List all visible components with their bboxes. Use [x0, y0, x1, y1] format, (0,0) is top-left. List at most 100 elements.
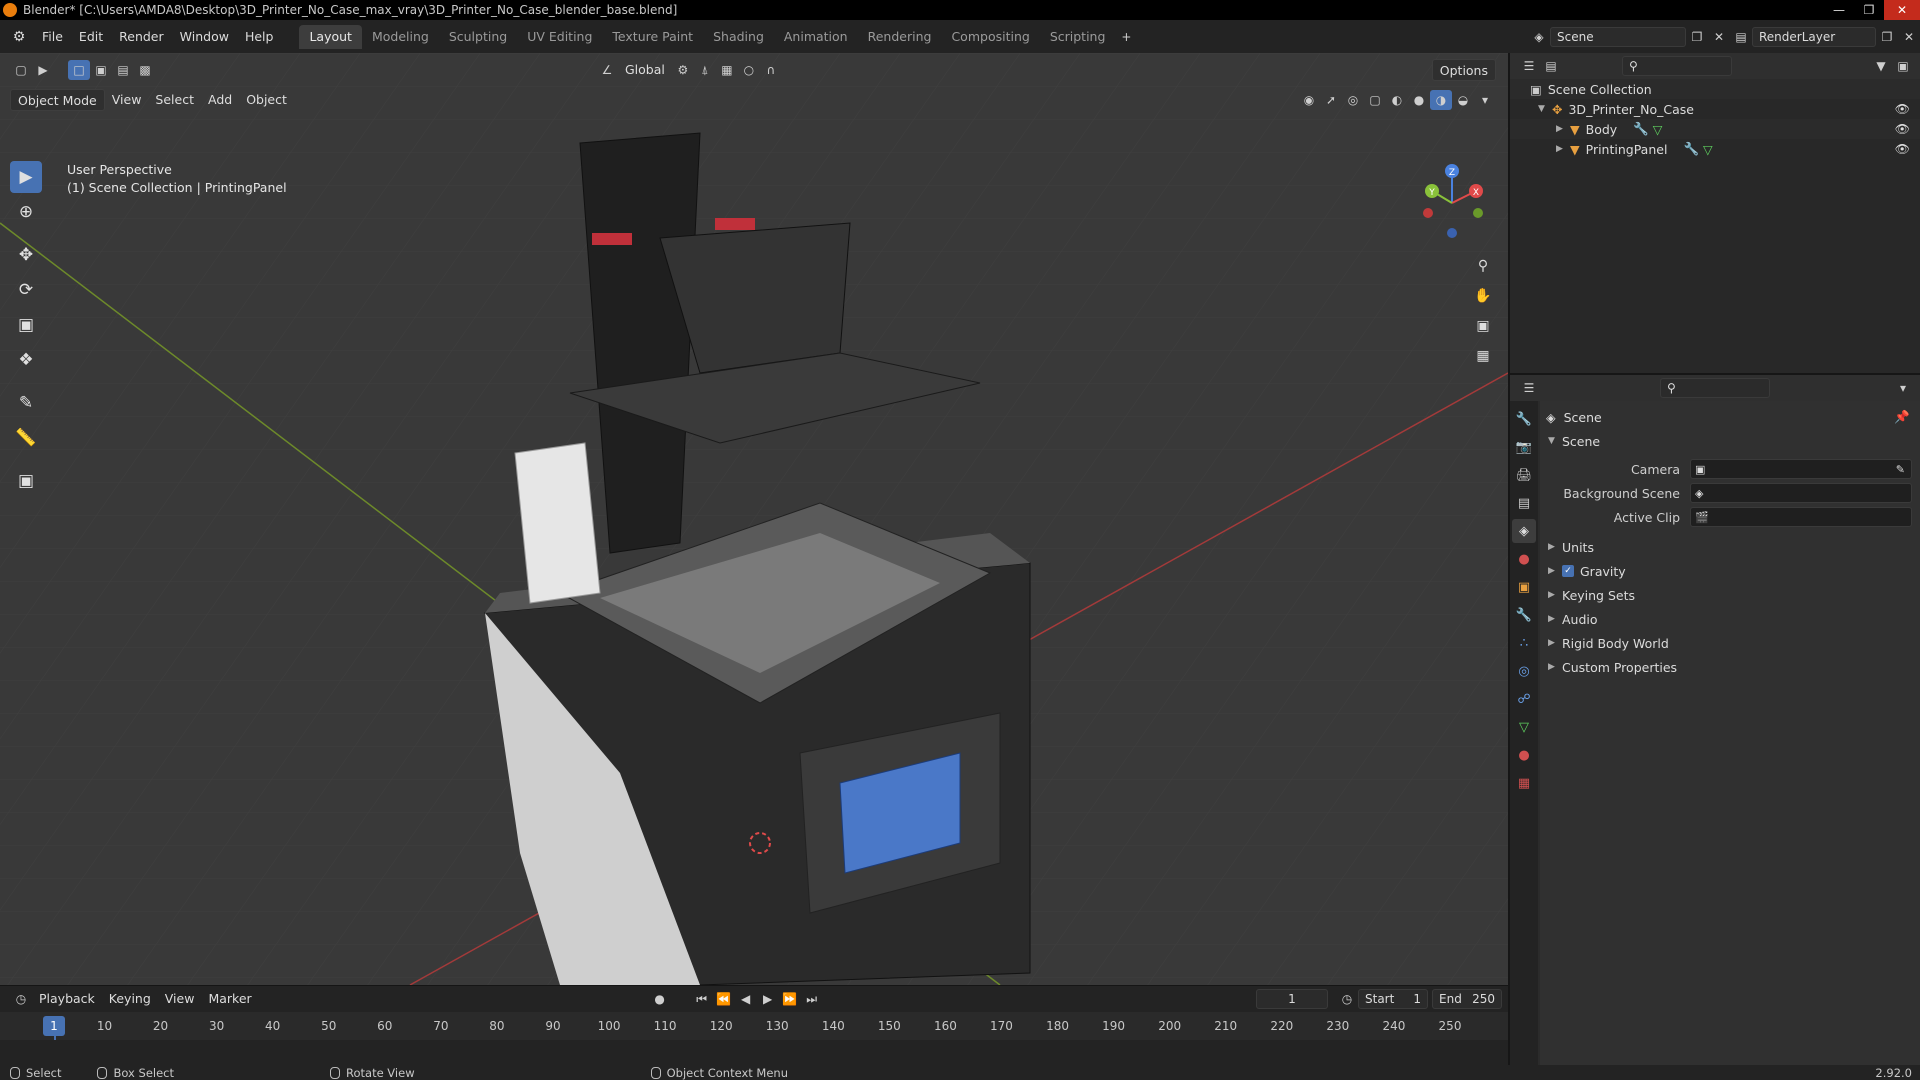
camera-view-icon[interactable]: ▣: [1470, 313, 1496, 339]
view-layer-icon[interactable]: ▤: [1730, 27, 1752, 47]
texture-tab-icon[interactable]: ▦: [1512, 771, 1536, 795]
object-tab-icon[interactable]: ▣: [1512, 575, 1536, 599]
blender-menu-icon[interactable]: ⚙: [10, 28, 28, 46]
outliner-search-input[interactable]: ⚲: [1622, 56, 1732, 76]
filter-icon[interactable]: ▼: [1870, 56, 1892, 76]
new-collection-icon[interactable]: ▣: [1892, 56, 1914, 76]
scene-icon[interactable]: ◈: [1528, 27, 1550, 47]
panel-units[interactable]: ▶ Units: [1540, 535, 1920, 559]
transform-orientation-dropdown[interactable]: Global: [618, 59, 672, 81]
snap-icon[interactable]: ⍋: [694, 60, 716, 80]
menu-playback[interactable]: Playback: [32, 988, 102, 1010]
measure-tool-icon[interactable]: 📏: [10, 422, 42, 454]
view-layer-tab-icon[interactable]: ▤: [1512, 491, 1536, 515]
scene-tab-icon[interactable]: ◈: [1512, 519, 1536, 543]
end-frame-field[interactable]: End 250: [1432, 989, 1502, 1009]
new-view-layer-icon[interactable]: ❐: [1876, 27, 1898, 47]
current-frame-field[interactable]: 1: [1256, 989, 1328, 1009]
transform-tool-icon[interactable]: ❖: [10, 344, 42, 376]
panel-scene[interactable]: ▼ Scene: [1540, 429, 1920, 453]
gravity-checkbox[interactable]: ✓: [1562, 565, 1574, 577]
new-scene-icon[interactable]: ❐: [1686, 27, 1708, 47]
menu-timeline-view[interactable]: View: [158, 988, 202, 1010]
solid-shading-icon[interactable]: ●: [1408, 90, 1430, 110]
orientation-icon[interactable]: ∠: [596, 60, 618, 80]
world-tab-icon[interactable]: ●: [1512, 547, 1536, 571]
object-mode-dropdown[interactable]: Object Mode: [10, 89, 105, 111]
tab-scripting[interactable]: Scripting: [1040, 25, 1116, 49]
jump-keyframe-back-icon[interactable]: ⏪: [713, 989, 735, 1009]
play-reverse-icon[interactable]: ◀: [735, 989, 757, 1009]
active-clip-field[interactable]: 🎬: [1690, 507, 1912, 527]
display-mode-icon[interactable]: ▤: [1540, 56, 1562, 76]
panel-gravity[interactable]: ▶ ✓ Gravity: [1540, 559, 1920, 583]
modifier-tab-icon[interactable]: 🔧: [1512, 603, 1536, 627]
ortho-grid-icon[interactable]: ▦: [1470, 343, 1496, 369]
panel-audio[interactable]: ▶ Audio: [1540, 607, 1920, 631]
move-tool-icon[interactable]: ✥: [10, 239, 42, 271]
menu-select[interactable]: Select: [148, 89, 201, 111]
outliner-object-body[interactable]: ▶ ▼ Body 🔧 ▽ 👁: [1510, 119, 1920, 139]
eyedropper-icon[interactable]: ✎: [1896, 463, 1905, 476]
maximize-button[interactable]: ❐: [1854, 0, 1884, 20]
properties-options-icon[interactable]: ▾: [1892, 378, 1914, 398]
wireframe-shading-icon[interactable]: ◐: [1386, 90, 1408, 110]
gizmo-toggle-icon[interactable]: ➚: [1320, 90, 1342, 110]
visibility-icon[interactable]: ◉: [1298, 90, 1320, 110]
camera-field[interactable]: ▣ ✎: [1690, 459, 1912, 479]
navigation-gizmo[interactable]: Z X Y: [1412, 163, 1492, 243]
tab-animation[interactable]: Animation: [774, 25, 858, 49]
data-tab-icon[interactable]: ▽: [1512, 715, 1536, 739]
pivot-icon[interactable]: ⚙: [672, 60, 694, 80]
panel-rigid-body-world[interactable]: ▶ Rigid Body World: [1540, 631, 1920, 655]
collapse-arrow-icon[interactable]: ▶: [1556, 124, 1570, 134]
panel-keying-sets[interactable]: ▶ Keying Sets: [1540, 583, 1920, 607]
select-box-tool-icon[interactable]: ▶: [10, 161, 42, 193]
outliner-editor-type-icon[interactable]: ☰: [1518, 56, 1540, 76]
new-selection-icon[interactable]: □: [68, 60, 90, 80]
output-tab-icon[interactable]: 🖨: [1512, 463, 1536, 487]
menu-help[interactable]: Help: [237, 26, 282, 48]
scene-selector[interactable]: Scene: [1550, 26, 1686, 47]
menu-window[interactable]: Window: [172, 26, 237, 48]
collapse-arrow-icon[interactable]: ▶: [1556, 144, 1570, 154]
visibility-eye-icon[interactable]: 👁: [1895, 122, 1910, 136]
editor-type-icon[interactable]: ▢: [10, 60, 32, 80]
rotate-tool-icon[interactable]: ⟳: [10, 274, 42, 306]
panel-custom-properties[interactable]: ▶ Custom Properties: [1540, 655, 1920, 679]
tab-uv-editing[interactable]: UV Editing: [517, 25, 602, 49]
menu-keying[interactable]: Keying: [102, 988, 158, 1010]
pan-hand-icon[interactable]: ✋: [1470, 283, 1496, 309]
menu-add[interactable]: Add: [201, 89, 239, 111]
start-frame-field[interactable]: Start 1: [1358, 989, 1428, 1009]
subtract-selection-icon[interactable]: ▤: [112, 60, 134, 80]
tab-shading[interactable]: Shading: [703, 25, 774, 49]
expand-arrow-icon[interactable]: ▼: [1538, 104, 1552, 114]
menu-view[interactable]: View: [105, 89, 149, 111]
play-icon[interactable]: ▶: [757, 989, 779, 1009]
cursor-tool-icon[interactable]: ⊕: [10, 196, 42, 228]
menu-render[interactable]: Render: [111, 26, 172, 48]
zoom-icon[interactable]: ⚲: [1470, 253, 1496, 279]
timeline-body[interactable]: [0, 1040, 1508, 1066]
select-mode-icon[interactable]: ▶: [32, 60, 54, 80]
minimize-button[interactable]: —: [1824, 0, 1854, 20]
constraints-tab-icon[interactable]: ☍: [1512, 687, 1536, 711]
outliner-collection[interactable]: ▼ ✥ 3D_Printer_No_Case 👁: [1510, 99, 1920, 119]
rendered-shading-icon[interactable]: ◒: [1452, 90, 1474, 110]
falloff-icon[interactable]: ∩: [760, 60, 782, 80]
background-scene-field[interactable]: ◈: [1690, 483, 1912, 503]
jump-end-icon[interactable]: ⏭: [801, 989, 823, 1009]
auto-keying-icon[interactable]: ●: [649, 989, 671, 1009]
properties-search-input[interactable]: ⚲: [1660, 378, 1770, 398]
snap-target-icon[interactable]: ▦: [716, 60, 738, 80]
particles-tab-icon[interactable]: ∴: [1512, 631, 1536, 655]
tool-tab-icon[interactable]: 🔧: [1512, 407, 1536, 431]
xray-icon[interactable]: ▢: [1364, 90, 1386, 110]
visibility-eye-icon[interactable]: 👁: [1895, 102, 1910, 116]
menu-object[interactable]: Object: [239, 89, 294, 111]
jump-keyframe-forward-icon[interactable]: ⏩: [779, 989, 801, 1009]
scale-tool-icon[interactable]: ▣: [10, 309, 42, 341]
menu-edit[interactable]: Edit: [71, 26, 111, 48]
view-layer-selector[interactable]: RenderLayer: [1752, 26, 1876, 47]
